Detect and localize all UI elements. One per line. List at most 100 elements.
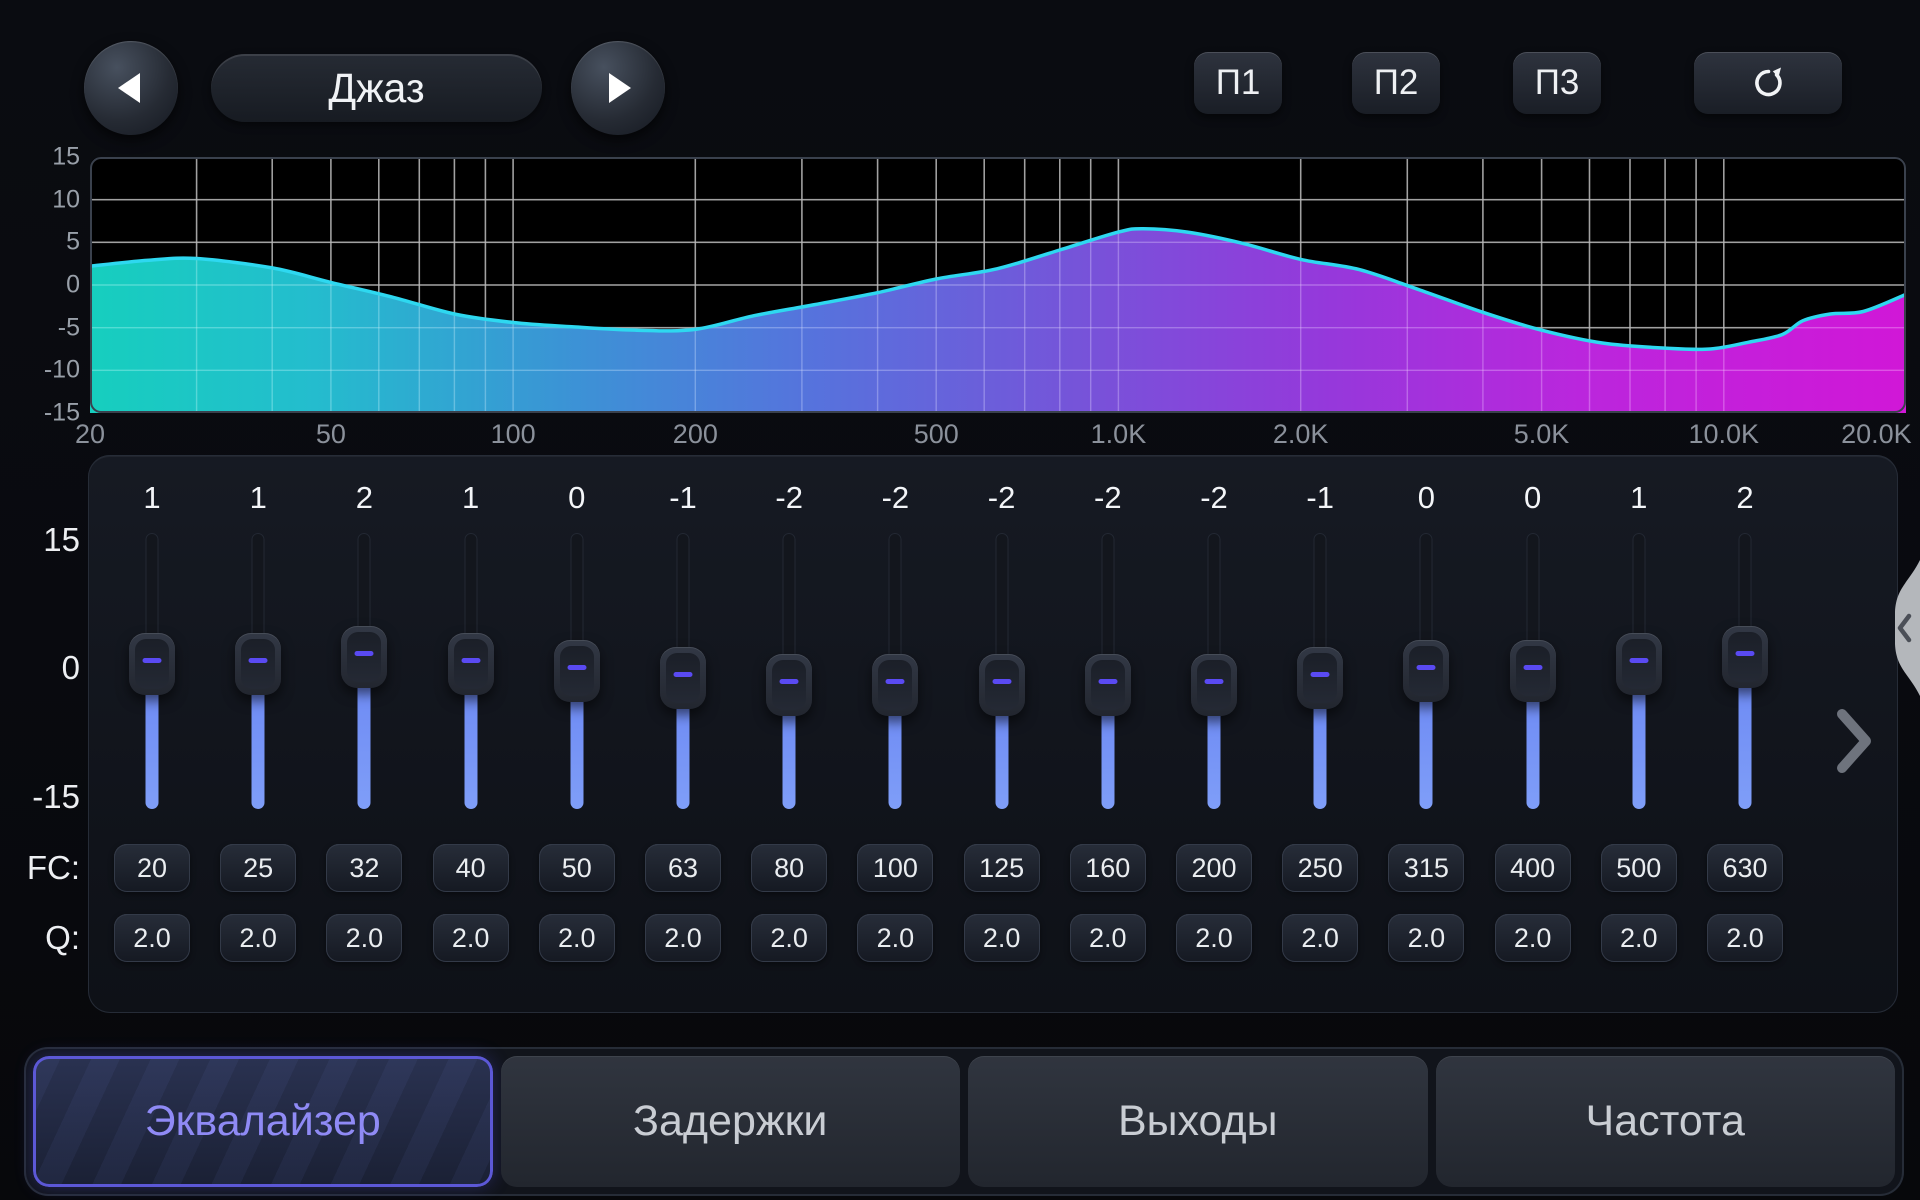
frequency-tick-label: 200 — [673, 419, 718, 450]
band-fc-button[interactable]: 63 — [645, 844, 721, 892]
slider-handle[interactable] — [1191, 654, 1237, 716]
band-fc-button[interactable]: 40 — [433, 844, 509, 892]
triangle-right-icon — [598, 66, 638, 110]
preset-next-button[interactable] — [571, 41, 665, 135]
preset-name: Джаз — [328, 65, 424, 112]
band-fc-button[interactable]: 100 — [857, 844, 933, 892]
band-fc-button[interactable]: 630 — [1707, 844, 1783, 892]
refresh-icon — [1748, 63, 1788, 103]
band-fc-button[interactable]: 250 — [1282, 844, 1358, 892]
band-gain-slider[interactable] — [1085, 533, 1131, 809]
tab-equalizer-label: Эквалайзер — [145, 1097, 381, 1146]
band-gain-slider[interactable] — [1616, 533, 1662, 809]
band-q-button[interactable]: 2.0 — [1282, 914, 1358, 962]
slider-handle[interactable] — [1403, 640, 1449, 702]
tab-delays[interactable]: Задержки — [501, 1056, 961, 1187]
band-gain-value: -2 — [842, 480, 948, 516]
slider-handle[interactable] — [235, 633, 281, 695]
band-gain-value: -2 — [949, 480, 1055, 516]
slider-handle[interactable] — [554, 640, 600, 702]
band-q-button[interactable]: 2.0 — [857, 914, 933, 962]
band-fc-button[interactable]: 200 — [1176, 844, 1252, 892]
band-fc-button[interactable]: 80 — [751, 844, 827, 892]
tab-outputs[interactable]: Выходы — [968, 1056, 1428, 1187]
band-q-button[interactable]: 2.0 — [964, 914, 1040, 962]
band-q-button[interactable]: 2.0 — [1707, 914, 1783, 962]
eq-band: 15002.0 — [1586, 455, 1692, 1013]
q-row-caption: Q: — [0, 919, 80, 957]
band-q-button[interactable]: 2.0 — [645, 914, 721, 962]
drawer-handle[interactable] — [1886, 560, 1920, 696]
slider-handle[interactable] — [1616, 633, 1662, 695]
band-q-button[interactable]: 2.0 — [114, 914, 190, 962]
band-q-button[interactable]: 2.0 — [433, 914, 509, 962]
slider-handle[interactable] — [872, 654, 918, 716]
slider-handle[interactable] — [1297, 647, 1343, 709]
band-q-button[interactable]: 2.0 — [1176, 914, 1252, 962]
slider-handle[interactable] — [766, 654, 812, 716]
band-fc-button[interactable]: 50 — [539, 844, 615, 892]
preset-prev-button[interactable] — [84, 41, 178, 135]
band-fc-button[interactable]: 400 — [1495, 844, 1571, 892]
band-q-button[interactable]: 2.0 — [1388, 914, 1464, 962]
slider-handle[interactable] — [341, 626, 387, 688]
band-q-button[interactable]: 2.0 — [1495, 914, 1571, 962]
eq-band: 26302.0 — [1692, 455, 1798, 1013]
tab-frequency[interactable]: Частота — [1436, 1056, 1896, 1187]
tab-equalizer[interactable]: Эквалайзер — [33, 1056, 493, 1187]
slider-handle[interactable] — [1510, 640, 1556, 702]
band-gain-slider[interactable] — [1191, 533, 1237, 809]
slider-handle[interactable] — [1085, 654, 1131, 716]
slider-scale-max: 15 — [0, 521, 80, 559]
slider-handle[interactable] — [448, 633, 494, 695]
band-q-button[interactable]: 2.0 — [1070, 914, 1146, 962]
preset-selector[interactable]: Джаз — [211, 54, 542, 122]
frequency-tick-label: 5.0K — [1514, 419, 1570, 450]
slider-handle[interactable] — [129, 633, 175, 695]
band-fc-button[interactable]: 315 — [1388, 844, 1464, 892]
band-q-button[interactable]: 2.0 — [539, 914, 615, 962]
slider-handle[interactable] — [1722, 626, 1768, 688]
gain-tick-label: 5 — [0, 228, 80, 257]
band-fc-button[interactable]: 125 — [964, 844, 1040, 892]
band-gain-slider[interactable] — [1510, 533, 1556, 809]
band-gain-slider[interactable] — [1722, 533, 1768, 809]
band-fc-button[interactable]: 160 — [1070, 844, 1146, 892]
band-fc-button[interactable]: 500 — [1601, 844, 1677, 892]
gain-tick-label: 0 — [0, 271, 80, 300]
frequency-tick-label: 2.0K — [1273, 419, 1329, 450]
triangle-left-icon — [111, 66, 151, 110]
band-q-button[interactable]: 2.0 — [751, 914, 827, 962]
eq-band: 04002.0 — [1480, 455, 1586, 1013]
band-gain-value: 2 — [311, 480, 417, 516]
band-gain-slider[interactable] — [448, 533, 494, 809]
band-gain-slider[interactable] — [554, 533, 600, 809]
band-q-button[interactable]: 2.0 — [326, 914, 402, 962]
band-gain-slider[interactable] — [872, 533, 918, 809]
band-gain-slider[interactable] — [1403, 533, 1449, 809]
preset-memory-2-button[interactable]: П2 — [1352, 52, 1440, 114]
band-gain-slider[interactable] — [129, 533, 175, 809]
band-q-button[interactable]: 2.0 — [220, 914, 296, 962]
band-gain-slider[interactable] — [979, 533, 1025, 809]
band-gain-slider[interactable] — [1297, 533, 1343, 809]
band-q-button[interactable]: 2.0 — [1601, 914, 1677, 962]
band-gain-slider[interactable] — [766, 533, 812, 809]
slider-scale-zero: 0 — [0, 649, 80, 687]
band-fc-button[interactable]: 32 — [326, 844, 402, 892]
frequency-tick-label: 50 — [316, 419, 346, 450]
preset-memory-1-button[interactable]: П1 — [1194, 52, 1282, 114]
band-fc-button[interactable]: 25 — [220, 844, 296, 892]
slider-handle[interactable] — [660, 647, 706, 709]
fc-row-caption: FC: — [0, 849, 80, 887]
band-fc-button[interactable]: 20 — [114, 844, 190, 892]
slider-handle[interactable] — [979, 654, 1025, 716]
preset-memory-3-button[interactable]: П3 — [1513, 52, 1601, 114]
eq-band: 2 32 2.0 — [311, 455, 417, 1013]
reset-button[interactable] — [1694, 52, 1842, 114]
band-gain-value: 1 — [205, 480, 311, 516]
band-gain-slider[interactable] — [660, 533, 706, 809]
band-gain-slider[interactable] — [235, 533, 281, 809]
band-gain-slider[interactable] — [341, 533, 387, 809]
next-bands-button[interactable] — [1834, 706, 1874, 776]
